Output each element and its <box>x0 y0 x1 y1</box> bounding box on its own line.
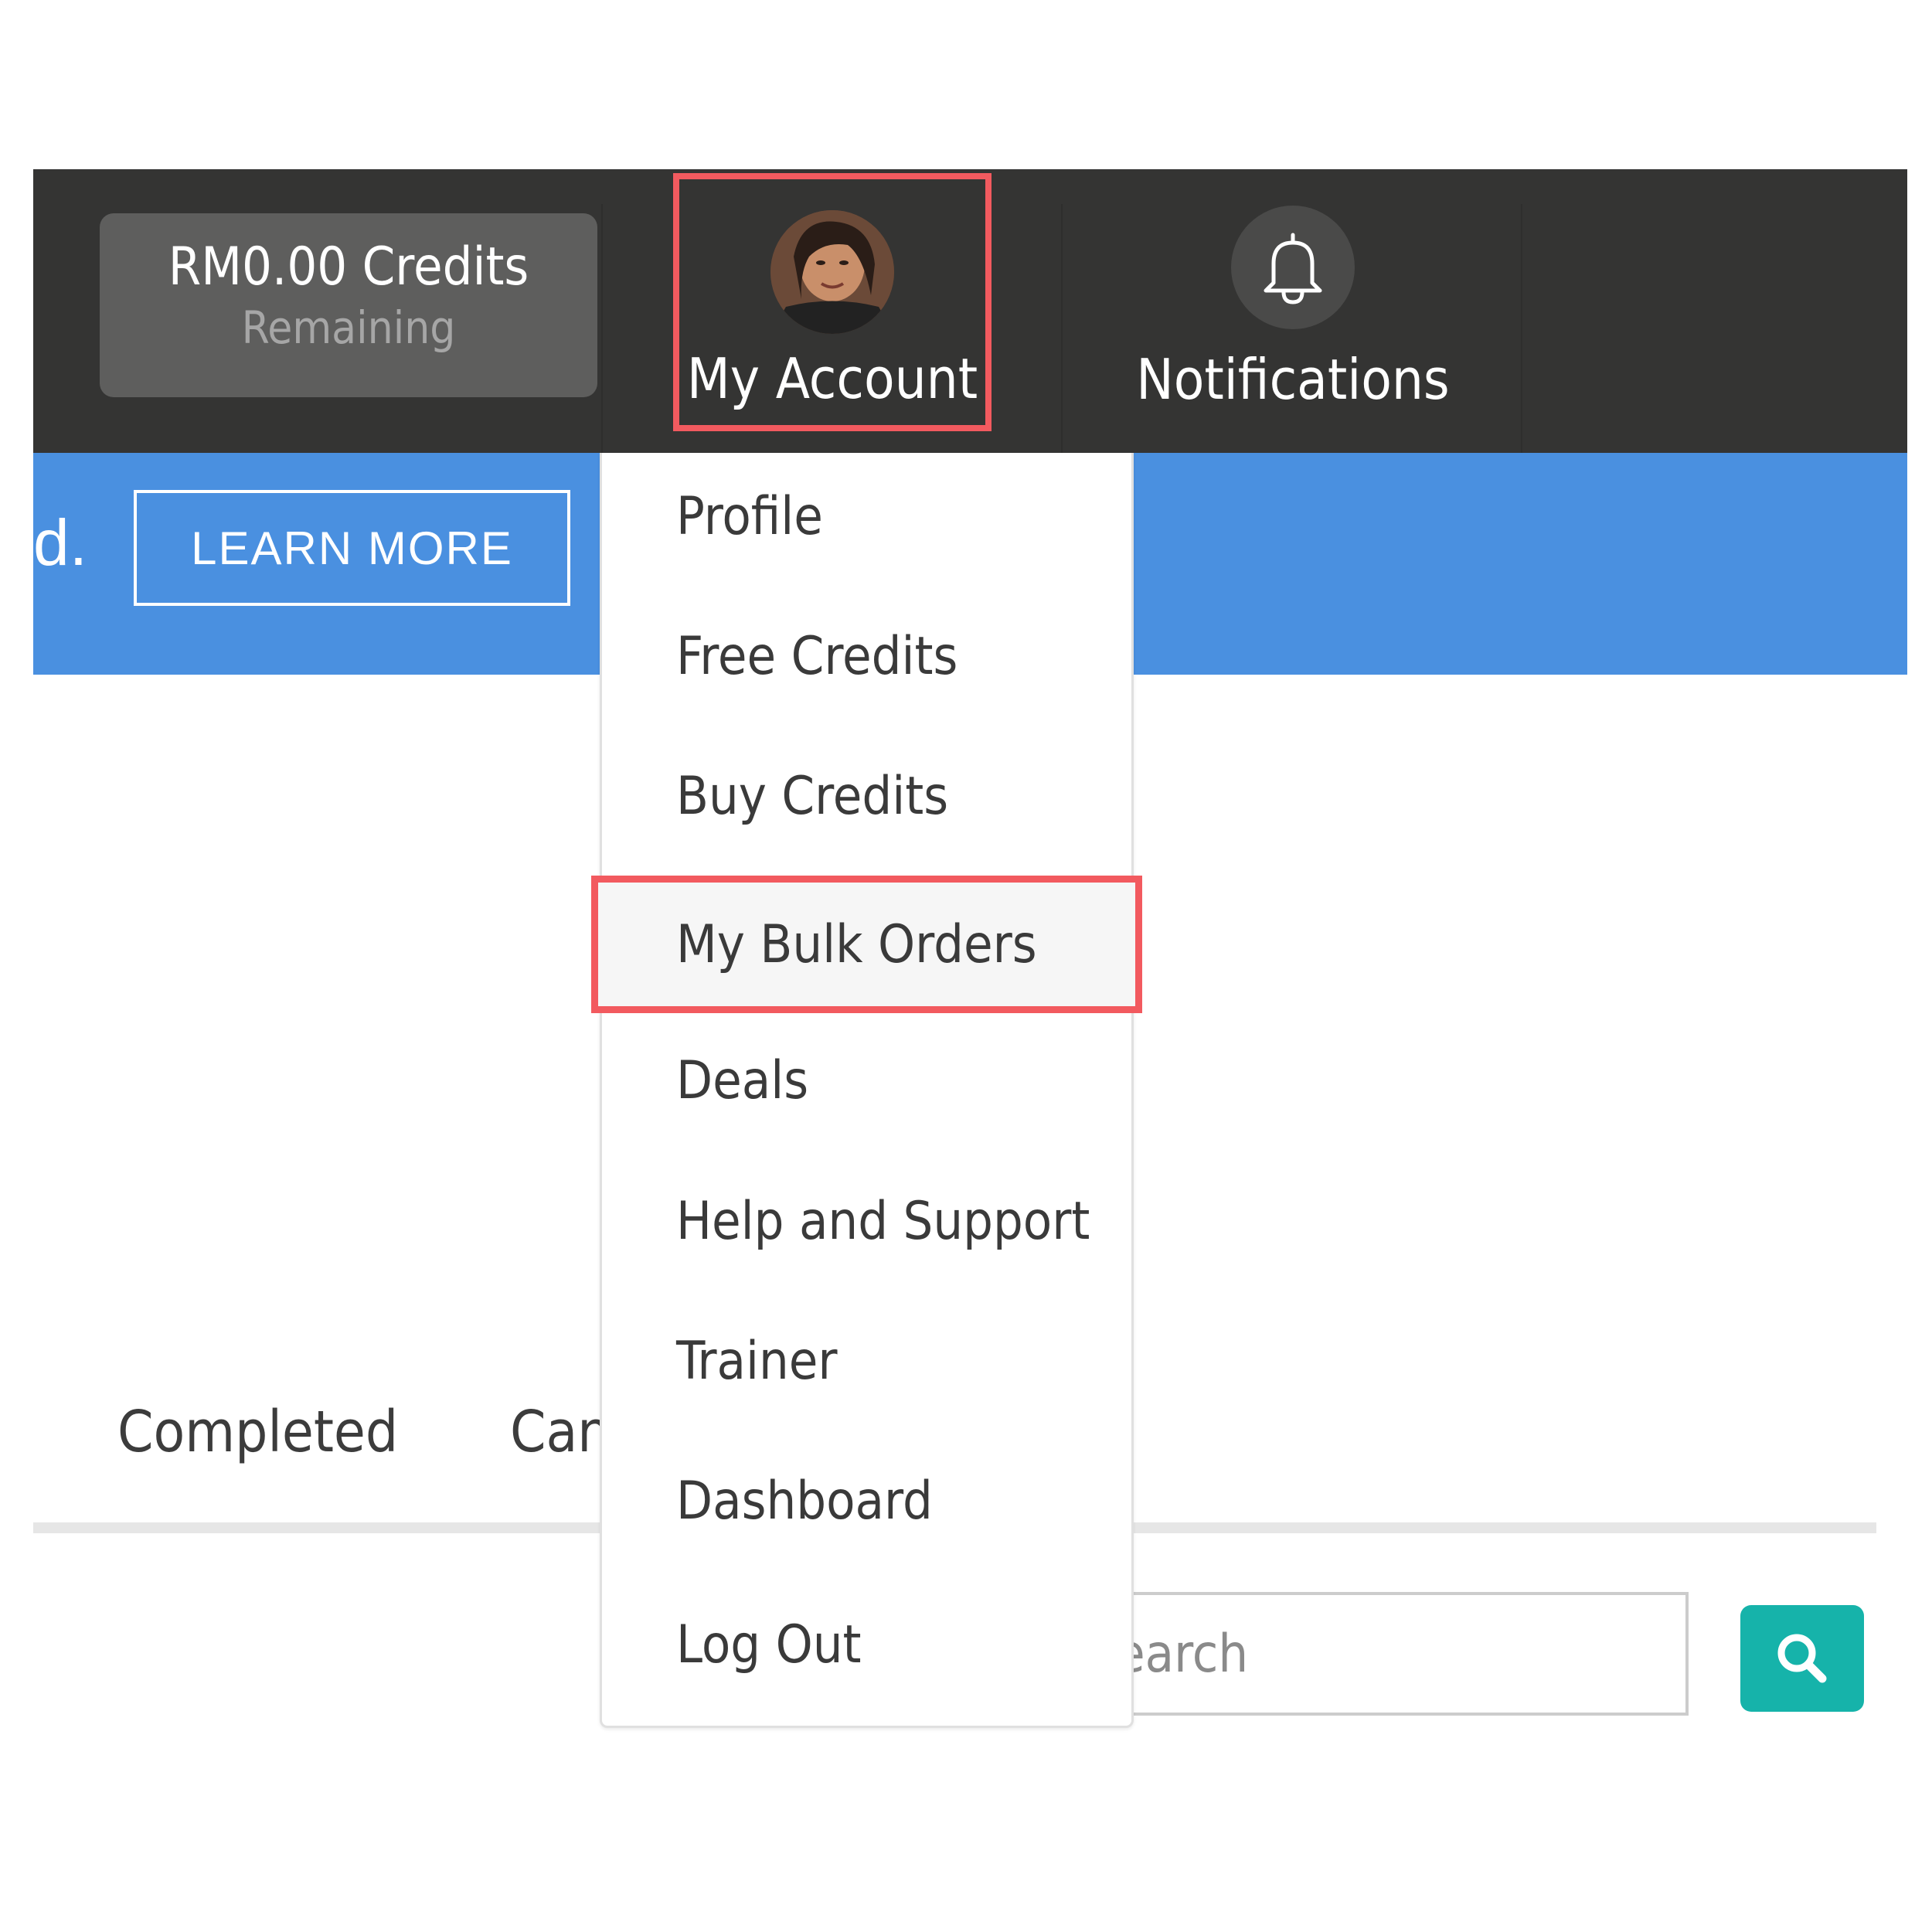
notifications-label: Notifications <box>1136 347 1450 412</box>
banner-text: d. <box>33 506 88 579</box>
tab-completed[interactable]: Completed <box>117 1399 398 1465</box>
top-navbar: RM0.00 Credits Remaining My Account Noti… <box>33 169 1907 453</box>
menu-item-profile[interactable]: Profile <box>602 454 1131 578</box>
my-account-label: My Account <box>686 346 978 411</box>
nav-divider <box>1521 204 1522 453</box>
nav-divider <box>601 204 603 453</box>
search-button[interactable] <box>1740 1605 1864 1712</box>
menu-item-log-out[interactable]: Log Out <box>602 1583 1131 1706</box>
menu-item-my-bulk-orders[interactable]: My Bulk Orders <box>591 876 1142 1013</box>
search-icon <box>1777 1634 1827 1683</box>
menu-item-free-credits[interactable]: Free Credits <box>602 594 1131 718</box>
menu-item-buy-credits[interactable]: Buy Credits <box>602 734 1131 858</box>
my-account-menu-button[interactable]: My Account <box>673 173 992 431</box>
nav-divider <box>1061 204 1063 453</box>
notifications-button[interactable] <box>1231 206 1355 329</box>
menu-item-deals[interactable]: Deals <box>602 1019 1131 1142</box>
tab-cancelled[interactable]: Can <box>510 1399 611 1465</box>
menu-item-dashboard[interactable]: Dashboard <box>602 1439 1131 1563</box>
credits-amount: RM0.00 Credits <box>168 236 529 298</box>
bell-icon <box>1264 233 1322 304</box>
credits-remaining-label: Remaining <box>241 301 456 354</box>
account-dropdown-menu: Profile Free Credits Buy Credits My Bulk… <box>591 453 1142 1728</box>
menu-item-help-and-support[interactable]: Help and Support <box>602 1159 1131 1283</box>
credits-balance[interactable]: RM0.00 Credits Remaining <box>100 213 597 397</box>
search-input[interactable] <box>1097 1592 1689 1716</box>
user-avatar <box>770 210 894 334</box>
learn-more-button[interactable]: LEARN MORE <box>134 490 570 606</box>
menu-item-trainer[interactable]: Trainer <box>602 1299 1131 1423</box>
